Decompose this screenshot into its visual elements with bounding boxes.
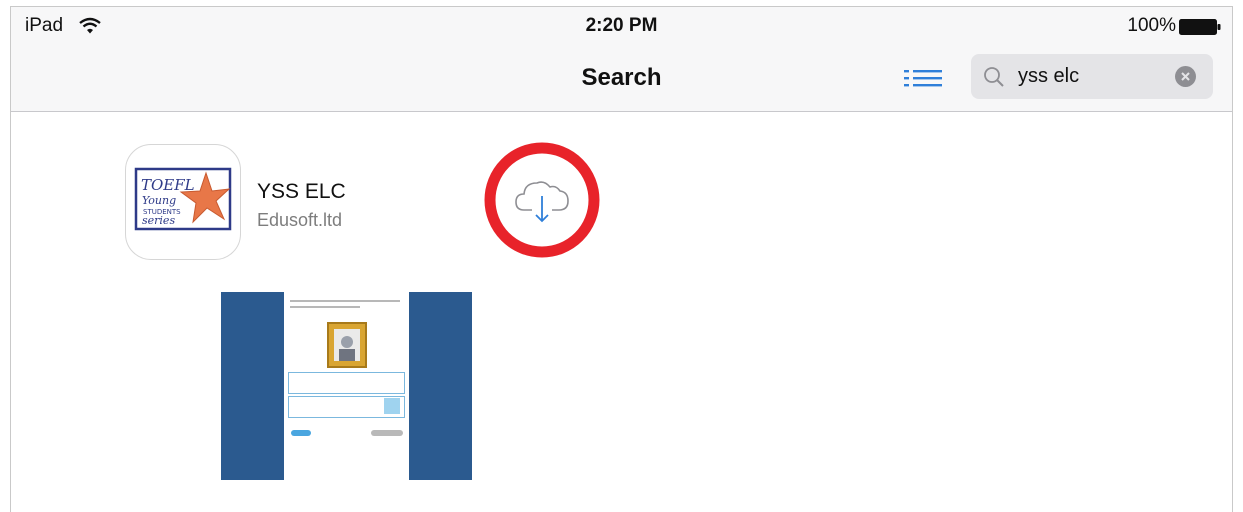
screenshot-blue-button (291, 430, 311, 436)
status-bar: iPad 2:20 PM 100% (11, 7, 1232, 47)
screenshot-record-button (384, 398, 400, 414)
clear-x-icon (1181, 72, 1190, 81)
screenshot-text-line (290, 300, 400, 302)
screenshot-dialog-box (288, 372, 405, 394)
app-icon[interactable]: TOEFL Young STUDENTS series (125, 144, 241, 260)
screenshot-portrait (327, 322, 367, 368)
search-field[interactable]: yss elc (971, 54, 1213, 99)
list-icon[interactable] (904, 69, 942, 93)
screenshot-text-line (290, 306, 360, 308)
ipad-screen: iPad 2:20 PM 100% Search yss elc TOEFL Y… (10, 6, 1233, 512)
status-time: 2:20 PM (585, 15, 658, 36)
app-developer: Edusoft.ltd (257, 210, 343, 230)
svg-text:Young: Young (142, 194, 176, 207)
search-result: TOEFL Young STUDENTS series YSS ELC Edus… (11, 111, 1232, 512)
search-icon (984, 67, 1004, 87)
nav-bar: Search yss elc (11, 47, 1232, 111)
clear-icon[interactable] (1175, 66, 1196, 87)
app-name: YSS ELC (257, 180, 346, 203)
screenshot-gray-button (371, 430, 403, 436)
app-screenshot[interactable] (221, 292, 472, 480)
screenshot-page (284, 292, 409, 480)
status-battery-percent: 100% (1127, 15, 1176, 36)
cloud-download-icon (484, 142, 600, 258)
top-bar: iPad 2:20 PM 100% Search yss elc (11, 7, 1232, 112)
app-logo: TOEFL Young STUDENTS series (134, 167, 232, 231)
download-button[interactable] (484, 142, 600, 258)
svg-text:series: series (142, 214, 175, 227)
battery-icon (1179, 19, 1221, 35)
search-input[interactable]: yss elc (1018, 65, 1079, 88)
